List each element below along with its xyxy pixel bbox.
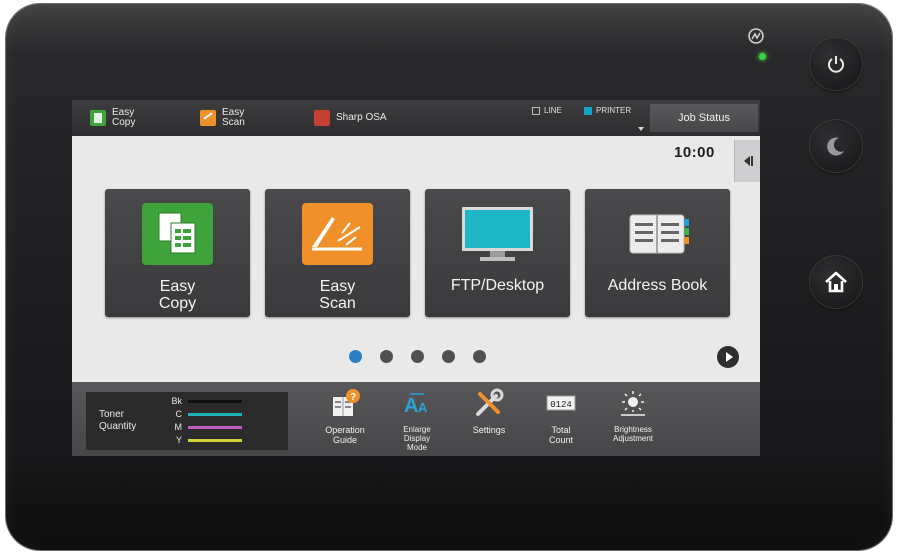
power-button[interactable] xyxy=(810,38,862,90)
shortcut-easy-copy[interactable]: Easy Copy xyxy=(90,106,135,130)
svg-text:?: ? xyxy=(350,392,356,403)
shortcut-label: Easy Scan xyxy=(222,107,245,128)
line-indicator xyxy=(532,106,540,115)
settings-icon xyxy=(476,388,504,416)
top-bar: Easy Copy Easy Scan Sharp OSA LINE PRINT… xyxy=(72,100,760,136)
copy-icon xyxy=(90,110,106,126)
page-indicator xyxy=(349,350,486,363)
toner-key: Y xyxy=(175,435,182,445)
sleep-button[interactable] xyxy=(810,120,862,172)
tile-address-book[interactable]: Address Book xyxy=(585,189,730,317)
toner-bar xyxy=(188,438,242,442)
total-count-button[interactable]: 0124 Total Count xyxy=(529,388,593,445)
power-icon xyxy=(828,56,844,73)
tile-easy-scan[interactable]: Easy Scan xyxy=(265,189,410,317)
scan-icon xyxy=(302,203,373,265)
shortcut-easy-scan[interactable]: Easy Scan xyxy=(200,106,245,130)
job-status-button[interactable]: Job Status xyxy=(650,104,758,132)
function-label: Enlarge Display Mode xyxy=(403,425,431,452)
toner-row-c: C xyxy=(164,409,242,419)
toner-key: Bk xyxy=(171,396,182,406)
copy-icon xyxy=(142,203,213,265)
shortcut-label: Easy Copy xyxy=(112,107,136,128)
toner-row-bk: Bk xyxy=(164,396,242,406)
toner-bar xyxy=(188,425,242,429)
shortcut-label: Sharp OSA xyxy=(336,112,387,123)
page-dot[interactable] xyxy=(380,350,393,363)
printer-indicator xyxy=(584,106,592,115)
brightness-icon xyxy=(621,391,645,416)
toner-key: C xyxy=(175,409,183,419)
function-label: Brightness Adjustment xyxy=(612,425,654,443)
status-printer: PRINTER xyxy=(584,106,631,115)
operation-guide-icon: ? xyxy=(333,389,360,416)
enlarge-display-icon: A A xyxy=(404,393,428,417)
page-dot[interactable] xyxy=(442,350,455,363)
settings-button[interactable]: Settings xyxy=(457,388,521,435)
touch-screen: Easy Copy Easy Scan Sharp OSA LINE PRINT… xyxy=(72,100,760,456)
toner-row-m: M xyxy=(164,422,242,432)
enlarge-display-mode-button[interactable]: A A Enlarge Display Mode xyxy=(385,388,449,452)
svg-text:0124: 0124 xyxy=(550,400,572,410)
function-label: Total Count xyxy=(548,425,574,445)
tile-label: Address Book xyxy=(607,277,708,294)
monitor-icon xyxy=(462,207,533,261)
status-line: LINE xyxy=(532,106,562,115)
next-page-button[interactable] xyxy=(717,346,739,368)
brightness-adjustment-button[interactable]: Brightness Adjustment xyxy=(601,388,665,443)
play-icon xyxy=(725,352,733,362)
control-panel: Easy Copy Easy Scan Sharp OSA LINE PRINT… xyxy=(6,4,892,550)
tile-label: Easy Copy xyxy=(158,278,197,312)
toner-bar xyxy=(188,399,242,403)
collapse-tab[interactable] xyxy=(734,140,760,182)
bezel-shade xyxy=(6,460,892,550)
osa-icon xyxy=(314,110,330,126)
bottom-bar: Toner Quantity Bk C M Y ? Operation Guid… xyxy=(72,382,760,456)
address-book-icon xyxy=(629,214,689,254)
tile-label: FTP/Desktop xyxy=(450,277,545,294)
toner-bar xyxy=(188,412,242,416)
home-button[interactable] xyxy=(810,256,862,308)
power-indicator-icon xyxy=(748,28,764,44)
clock: 10:00 xyxy=(674,144,715,161)
collapse-arrow-icon xyxy=(743,156,750,166)
moon-icon xyxy=(827,137,844,156)
function-label: Settings xyxy=(472,425,506,435)
line-label: LINE xyxy=(544,106,562,115)
power-led xyxy=(759,53,766,60)
status-dropdown-icon[interactable] xyxy=(638,127,644,131)
function-label: Operation Guide xyxy=(325,425,365,445)
page-dot[interactable] xyxy=(411,350,424,363)
toner-row-y: Y xyxy=(164,435,242,445)
operation-guide-button[interactable]: ? Operation Guide xyxy=(313,388,377,445)
page-dot[interactable] xyxy=(473,350,486,363)
printer-label: PRINTER xyxy=(596,106,632,115)
home-icon xyxy=(825,271,847,293)
scan-icon xyxy=(200,110,216,126)
tile-easy-copy[interactable]: Easy Copy xyxy=(105,189,250,317)
shortcut-sharp-osa[interactable]: Sharp OSA xyxy=(314,106,387,130)
toner-title: Toner Quantity xyxy=(99,409,137,432)
toner-key: M xyxy=(174,422,183,432)
toner-quantity-panel[interactable]: Toner Quantity Bk C M Y xyxy=(86,392,288,450)
tile-label: Easy Scan xyxy=(319,278,356,312)
svg-text:A: A xyxy=(404,395,418,417)
tile-ftp-desktop[interactable]: FTP/Desktop xyxy=(425,189,570,317)
page-dot[interactable] xyxy=(349,350,362,363)
counter-icon: 0124 xyxy=(546,395,576,411)
svg-text:A: A xyxy=(418,400,428,415)
